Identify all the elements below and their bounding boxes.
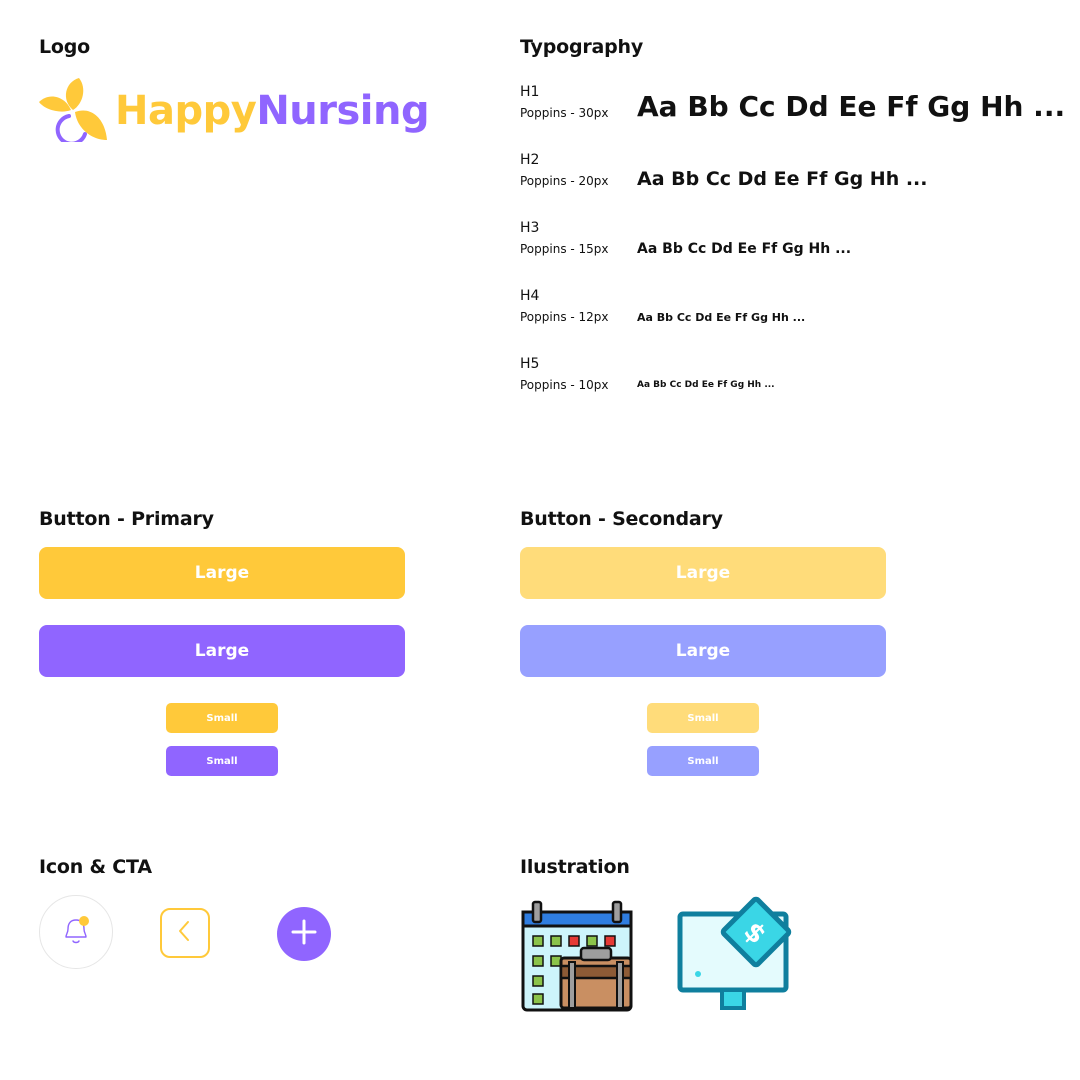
type-spec: Poppins - 20px: [520, 174, 609, 188]
type-label: H1: [520, 84, 540, 100]
bell-notification-icon: [58, 912, 94, 952]
type-label: H3: [520, 220, 540, 236]
type-label: H4: [520, 288, 540, 304]
type-spec: Poppins - 30px: [520, 106, 609, 120]
back-button[interactable]: [160, 908, 210, 958]
secondary-large-blue-button[interactable]: Large: [520, 625, 886, 677]
logo-section-title: Logo: [39, 36, 91, 58]
plus-icon: [291, 919, 317, 949]
primary-small-purple-button[interactable]: Small: [166, 746, 278, 776]
primary-large-yellow-button[interactable]: Large: [39, 547, 405, 599]
brand-logo: HappyNursing: [39, 76, 430, 146]
button-primary-section-title: Button - Primary: [39, 508, 214, 530]
typography-section-title: Typography: [520, 36, 644, 58]
logo-word-nursing: Nursing: [256, 88, 430, 134]
type-sample-h5: Aa Bb Cc Dd Ee Ff Gg Hh ...: [637, 380, 775, 390]
monitor-money-icon: $: [676, 894, 798, 1016]
flower-logo-icon: [39, 76, 107, 146]
primary-large-purple-button[interactable]: Large: [39, 625, 405, 677]
calendar-briefcase-icon: [521, 900, 633, 1016]
type-sample-h3: Aa Bb Cc Dd Ee Ff Gg Hh ...: [637, 241, 852, 257]
icon-cta-section-title: Icon & CTA: [39, 856, 152, 878]
chevron-left-icon: [175, 919, 195, 947]
secondary-small-yellow-button[interactable]: Small: [647, 703, 759, 733]
type-label: H5: [520, 356, 540, 372]
type-spec: Poppins - 15px: [520, 242, 609, 256]
type-spec: Poppins - 10px: [520, 378, 609, 392]
type-sample-h2: Aa Bb Cc Dd Ee Ff Gg Hh ...: [637, 168, 928, 190]
button-secondary-section-title: Button - Secondary: [520, 508, 723, 530]
type-sample-h4: Aa Bb Cc Dd Ee Ff Gg Hh ...: [637, 311, 806, 324]
type-label: H2: [520, 152, 540, 168]
illustration-section-title: Ilustration: [520, 856, 630, 878]
secondary-large-yellow-button[interactable]: Large: [520, 547, 886, 599]
type-sample-h1: Aa Bb Cc Dd Ee Ff Gg Hh ...: [637, 90, 1066, 123]
notification-button[interactable]: [39, 895, 113, 969]
type-spec: Poppins - 12px: [520, 310, 609, 324]
primary-small-yellow-button[interactable]: Small: [166, 703, 278, 733]
secondary-small-blue-button[interactable]: Small: [647, 746, 759, 776]
logo-wordmark: HappyNursing: [115, 88, 430, 134]
logo-word-happy: Happy: [115, 88, 257, 134]
add-button[interactable]: [277, 907, 331, 961]
